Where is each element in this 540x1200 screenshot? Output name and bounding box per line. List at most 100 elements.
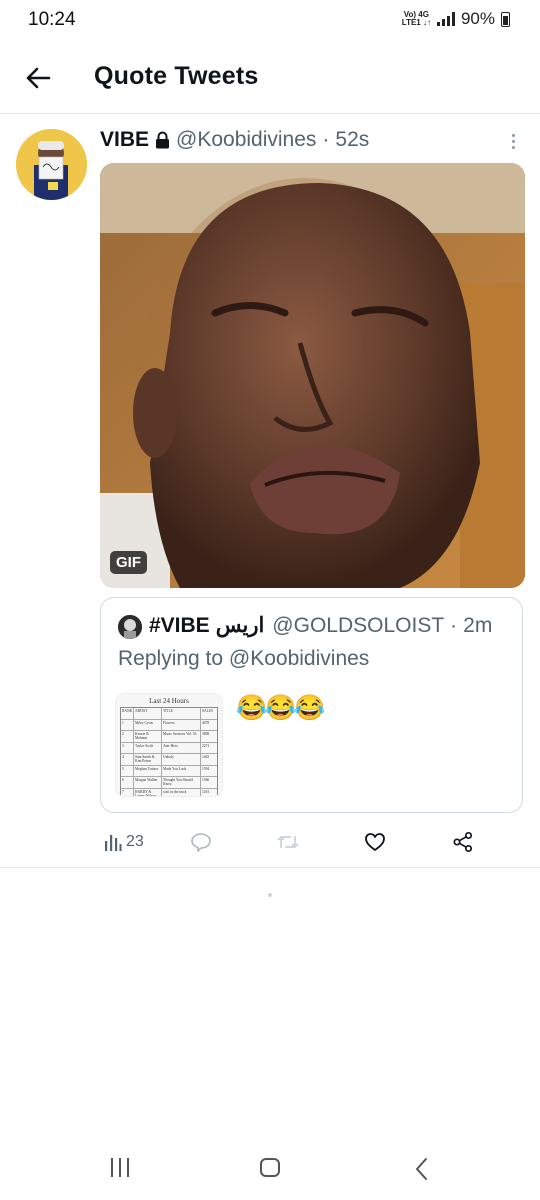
table-cell: 3808	[202, 732, 210, 736]
gif-frame	[100, 163, 525, 588]
table-cell: HARDY & Lainey Wilson	[134, 788, 162, 796]
table-cell: Taylor Swift	[134, 742, 162, 753]
gif-badge: GIF	[110, 551, 147, 574]
network-indicator: Vo) 4G LTE1 ↓↑	[402, 11, 431, 27]
table-row: 2 Kenzie & Maluma Music Sessions Vol. 53 38…	[121, 731, 217, 743]
table-row: 5 Meghan Trainor Made You Look 1394	[121, 765, 217, 777]
quoted-avatar	[118, 615, 142, 639]
network-bottom: LTE1 ↓↑	[401, 18, 431, 27]
table-cell: 3	[121, 742, 134, 753]
quoted-separator-dot: ·	[450, 613, 458, 637]
replying-to-label: Replying to	[118, 647, 224, 670]
table-cell: 2271	[202, 743, 210, 748]
quoted-author-name-arabic: اريس	[215, 614, 265, 637]
battery-icon	[501, 11, 510, 27]
battery-percent: 90%	[460, 9, 495, 28]
table-cell: SALES	[202, 709, 213, 713]
retweet-icon	[277, 836, 299, 848]
gif-media[interactable]: GIF	[100, 163, 525, 588]
more-options-button[interactable]	[505, 130, 521, 152]
quoted-header: #VIBE اريس @GOLDSOLOIST · 2m	[149, 613, 492, 638]
retweet-button[interactable]	[276, 828, 300, 856]
tweet-actions: 23	[100, 828, 525, 856]
status-time: 10:24	[28, 9, 76, 30]
tweet-timestamp[interactable]: 52s	[335, 128, 369, 152]
back-button[interactable]	[18, 58, 58, 98]
table-cell: Anti-Hero	[162, 742, 201, 753]
home-button[interactable]	[260, 1158, 280, 1177]
table-cell: Flowers	[162, 719, 201, 730]
table-cell: 1463	[202, 755, 210, 759]
table-cell: RANK	[121, 708, 134, 719]
table-cell: Miley Cyrus	[134, 719, 162, 730]
table-header-row: RANK ARTIST TITLE SALES	[121, 708, 217, 720]
avatar-image	[16, 129, 87, 200]
tweet-header: VIBE @Koobidivines · 52s	[100, 128, 369, 152]
table-cell: Thought You Should Know	[162, 777, 201, 788]
table-cell: Made You Look	[162, 765, 201, 776]
quoted-image-thumbnail[interactable]: Last 24 Hours RANK ARTIST TITLE SALES 1 Miley…	[115, 693, 223, 797]
table-cell: Unholy	[162, 754, 201, 765]
table-cell: ARTIST	[134, 708, 162, 719]
table-cell: 4078	[202, 720, 210, 725]
recent-apps-icon	[111, 1158, 129, 1177]
table-cell: Sam Smith & Kim Petras	[134, 754, 162, 765]
table-cell: 1366	[202, 778, 210, 782]
tweet-divider	[0, 867, 540, 868]
like-button[interactable]	[364, 828, 386, 856]
table-cell: wait in the truck	[162, 788, 201, 796]
table-cell: 1	[121, 719, 134, 730]
share-icon	[453, 831, 473, 853]
table-cell: 1261	[202, 789, 210, 794]
table-row: 3 Taylor Swift Anti-Hero 2271	[121, 742, 217, 754]
views-count: 23	[126, 833, 144, 850]
table-cell: Music Sessions Vol. 53	[162, 731, 201, 742]
replying-to-user[interactable]: @Koobidivines	[229, 647, 369, 670]
table-title: Last 24 Hours	[149, 697, 189, 705]
sales-table: RANK ARTIST TITLE SALES 1 Miley Cyrus Flowers 4…	[120, 707, 218, 796]
status-icons: Vo) 4G LTE1 ↓↑ 90%	[402, 9, 510, 29]
sales-table-image: Last 24 Hours RANK ARTIST TITLE SALES 1 Miley…	[116, 694, 222, 796]
more-vertical-icon	[511, 133, 515, 149]
table-cell: 5	[121, 765, 134, 776]
share-button[interactable]	[452, 828, 474, 856]
page-title: Quote Tweets	[94, 62, 259, 90]
chevron-left-icon	[416, 1158, 427, 1180]
table-cell: TITLE	[162, 708, 201, 719]
table-cell: 2	[121, 731, 134, 742]
loading-dot	[268, 893, 272, 897]
table-cell: 6	[121, 777, 134, 788]
quoted-author-name: #VIBE	[149, 613, 210, 637]
lock-icon	[156, 131, 170, 149]
table-cell: 7	[121, 788, 134, 796]
views-chart-icon	[105, 835, 122, 851]
heart-icon	[365, 833, 385, 851]
avatar[interactable]	[16, 129, 87, 200]
table-cell: Morgan Wallen	[134, 777, 162, 788]
table-row: 4 Sam Smith & Kim Petras Unholy 1463	[121, 754, 217, 766]
emoji-text: 😂😂😂	[236, 694, 325, 722]
quoted-tweet-card[interactable]: #VIBE اريس @GOLDSOLOIST · 2m Replying to…	[100, 597, 523, 813]
signal-icon	[436, 12, 455, 26]
author-handle[interactable]: @Koobidivines	[176, 128, 316, 152]
separator-dot: ·	[322, 128, 330, 151]
views-button[interactable]: 23	[104, 828, 144, 856]
arrow-left-icon	[26, 67, 51, 89]
recent-apps-button[interactable]	[111, 1158, 129, 1177]
table-row: 6 Morgan Wallen Thought You Should Know 136…	[121, 777, 217, 789]
table-row: 1 Miley Cyrus Flowers 4078	[121, 719, 217, 731]
table-cell: Kenzie & Maluma	[134, 731, 162, 742]
quoted-avatar-image	[118, 615, 142, 639]
reply-bubble-icon	[191, 833, 211, 852]
quoted-timestamp: 2m	[463, 613, 493, 637]
replying-to: Replying to @Koobidivines	[118, 647, 369, 671]
nav-back-button[interactable]	[414, 1157, 428, 1186]
table-row: 7 HARDY & Lainey Wilson wait in the truck 1…	[121, 788, 217, 796]
reply-button[interactable]	[190, 828, 212, 856]
table-cell: 1394	[202, 766, 210, 771]
table-cell: Meghan Trainor	[134, 765, 162, 776]
quoted-author-handle: @GOLDSOLOIST	[272, 613, 445, 637]
author-name[interactable]: VIBE	[100, 128, 149, 152]
header-divider	[0, 113, 540, 114]
table-cell: 4	[121, 754, 134, 765]
